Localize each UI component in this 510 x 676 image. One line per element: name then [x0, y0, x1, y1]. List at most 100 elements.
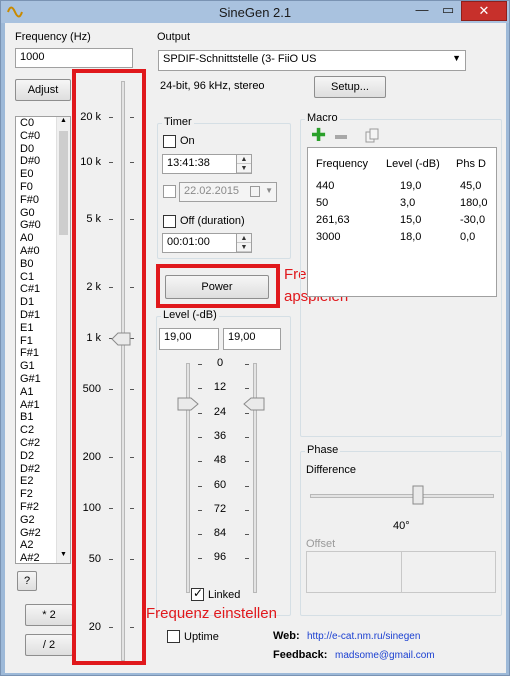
level-tick-label: 60	[213, 478, 227, 491]
timer-time-value: 13:41:38	[167, 157, 210, 169]
phase-slider-track[interactable]	[310, 494, 494, 498]
timer-duration-value: 00:01:00	[167, 236, 210, 248]
level-tick-mark	[245, 388, 249, 390]
level-tick-label: 12	[213, 381, 227, 394]
timer-time-input[interactable]: 13:41:38 ▲ ▼	[162, 154, 252, 174]
timer-duration-input[interactable]: 00:01:00 ▲ ▼	[162, 233, 252, 253]
down-arrow-icon[interactable]: ▼	[237, 243, 251, 252]
col-frequency-header[interactable]: Frequency	[316, 158, 368, 170]
output-label: Output	[157, 31, 191, 43]
macro-cell: 3000	[316, 231, 341, 243]
linked-checkbox[interactable]: ✓	[191, 586, 204, 601]
level-tick-mark	[245, 509, 249, 511]
macro-cell: 19,0	[400, 180, 422, 192]
timer-on-checkbox[interactable]	[163, 135, 176, 148]
help-button[interactable]: ?	[17, 571, 37, 591]
up-arrow-icon[interactable]: ▲	[237, 155, 251, 164]
title-bar[interactable]: SineGen 2.1 — ▭ ✕	[1, 1, 509, 23]
timer-on-label: On	[180, 135, 195, 147]
macro-cell: 3,0	[400, 197, 416, 209]
level-tick-label: 0	[216, 357, 224, 369]
macro-cell: -30,0	[460, 214, 486, 226]
level-tick-mark	[198, 388, 202, 390]
macro-cell: 261,63	[316, 214, 350, 226]
timer-off-label: Off (duration)	[180, 215, 245, 227]
minus-icon[interactable]	[335, 135, 347, 139]
col-level-header[interactable]: Level (-dB)	[386, 158, 440, 170]
chevron-down-icon: ▼	[452, 53, 461, 63]
level-tick-mark	[198, 534, 202, 536]
setup-button[interactable]: Setup...	[314, 76, 386, 98]
timer-date-value: 22.02.2015	[184, 185, 240, 197]
phase-offset-label: Offset	[306, 538, 336, 550]
macro-row[interactable]: 50 3,0 180,0	[308, 195, 496, 212]
timer-date-input[interactable]: 22.02.2015 ▼	[179, 182, 277, 202]
annotation-set-frequency: Frequenz einstellen	[146, 605, 277, 622]
level-tick-mark	[198, 461, 202, 463]
maximize-button[interactable]: ▭	[435, 1, 461, 21]
level-tick-mark	[245, 485, 249, 487]
level-tick-mark	[245, 534, 249, 536]
macro-row[interactable]: 3000 18,0 0,0	[308, 229, 496, 246]
level-right-input[interactable]: 19,00	[223, 328, 281, 350]
frequency-label: Frequency (Hz)	[15, 31, 91, 43]
output-device-select[interactable]: SPDIF-Schnittstelle (3- FiiO US ▼	[158, 50, 466, 71]
macro-cell: 45,0	[460, 180, 482, 192]
macro-cell: 180,0	[460, 197, 488, 209]
macro-cell: 15,0	[400, 214, 422, 226]
phase-difference-label: Difference	[306, 464, 356, 476]
divide-two-button[interactable]: / 2	[25, 634, 73, 656]
time-spinner[interactable]: ▲ ▼	[236, 155, 251, 173]
level-tick-mark	[245, 364, 249, 365]
macro-label: Macro	[305, 112, 340, 124]
macro-table[interactable]: Frequency Level (-dB) Phs D 440 19,0 45,0 5…	[307, 147, 497, 297]
duration-spinner[interactable]: ▲ ▼	[236, 234, 251, 252]
phase-offset-box[interactable]	[306, 551, 496, 593]
level-left-input[interactable]: 19,00	[159, 328, 219, 350]
macro-row[interactable]: 261,63 15,0 -30,0	[308, 212, 496, 229]
phase-slider-thumb[interactable]	[412, 485, 424, 505]
level-tick-mark	[245, 436, 249, 438]
level-tick-mark	[198, 485, 202, 487]
uptime-checkbox[interactable]	[167, 630, 180, 643]
web-link[interactable]: http://e-cat.nm.ru/sinegen	[307, 631, 420, 642]
calendar-icon	[250, 186, 260, 197]
level-tick-mark	[245, 558, 249, 560]
level-right-thumb[interactable]	[243, 397, 265, 411]
level-tick-mark	[245, 412, 249, 414]
macro-cell: 50	[316, 197, 329, 209]
macro-cell: 18,0	[400, 231, 422, 243]
power-highlight-box	[156, 264, 280, 308]
up-arrow-icon[interactable]: ▲	[237, 234, 251, 243]
offset-divider	[401, 552, 402, 592]
level-left-thumb[interactable]	[177, 397, 199, 411]
output-device-value: SPDIF-Schnittstelle (3- FiiO US	[163, 53, 317, 65]
macro-header-row: Frequency Level (-dB) Phs D	[308, 156, 496, 173]
plus-icon[interactable]: ✚	[311, 126, 326, 144]
level-tick-mark	[198, 509, 202, 511]
level-tick-mark	[198, 436, 202, 438]
phase-value: 40°	[393, 520, 410, 532]
frequency-input[interactable]: 1000	[15, 48, 133, 68]
phase-label: Phase	[305, 444, 341, 456]
level-tick-label: 72	[213, 502, 227, 515]
feedback-link[interactable]: madsome@gmail.com	[335, 650, 435, 661]
macro-cell: 0,0	[460, 231, 476, 243]
level-tick-label: 84	[213, 527, 227, 540]
col-phase-header[interactable]: Phs D	[456, 158, 486, 170]
copy-icon[interactable]	[365, 128, 379, 144]
frequency-highlight-box	[72, 69, 146, 665]
timer-off-checkbox[interactable]	[163, 215, 176, 228]
timer-date-checkbox[interactable]	[163, 185, 176, 198]
level-tick-label: 96	[213, 551, 227, 564]
web-label: Web:	[273, 630, 300, 642]
down-arrow-icon[interactable]: ▼	[237, 164, 251, 173]
minimize-button[interactable]: —	[409, 1, 435, 21]
adjust-button[interactable]: Adjust	[15, 79, 71, 101]
macro-row[interactable]: 440 19,0 45,0	[308, 178, 496, 195]
close-button[interactable]: ✕	[461, 1, 507, 21]
feedback-label: Feedback:	[273, 649, 328, 661]
level-tick-label: 48	[213, 454, 227, 467]
app-window: SineGen 2.1 — ▭ ✕ Frequency (Hz) 1000 Ad…	[0, 0, 510, 676]
chevron-down-icon: ▼	[265, 186, 273, 195]
